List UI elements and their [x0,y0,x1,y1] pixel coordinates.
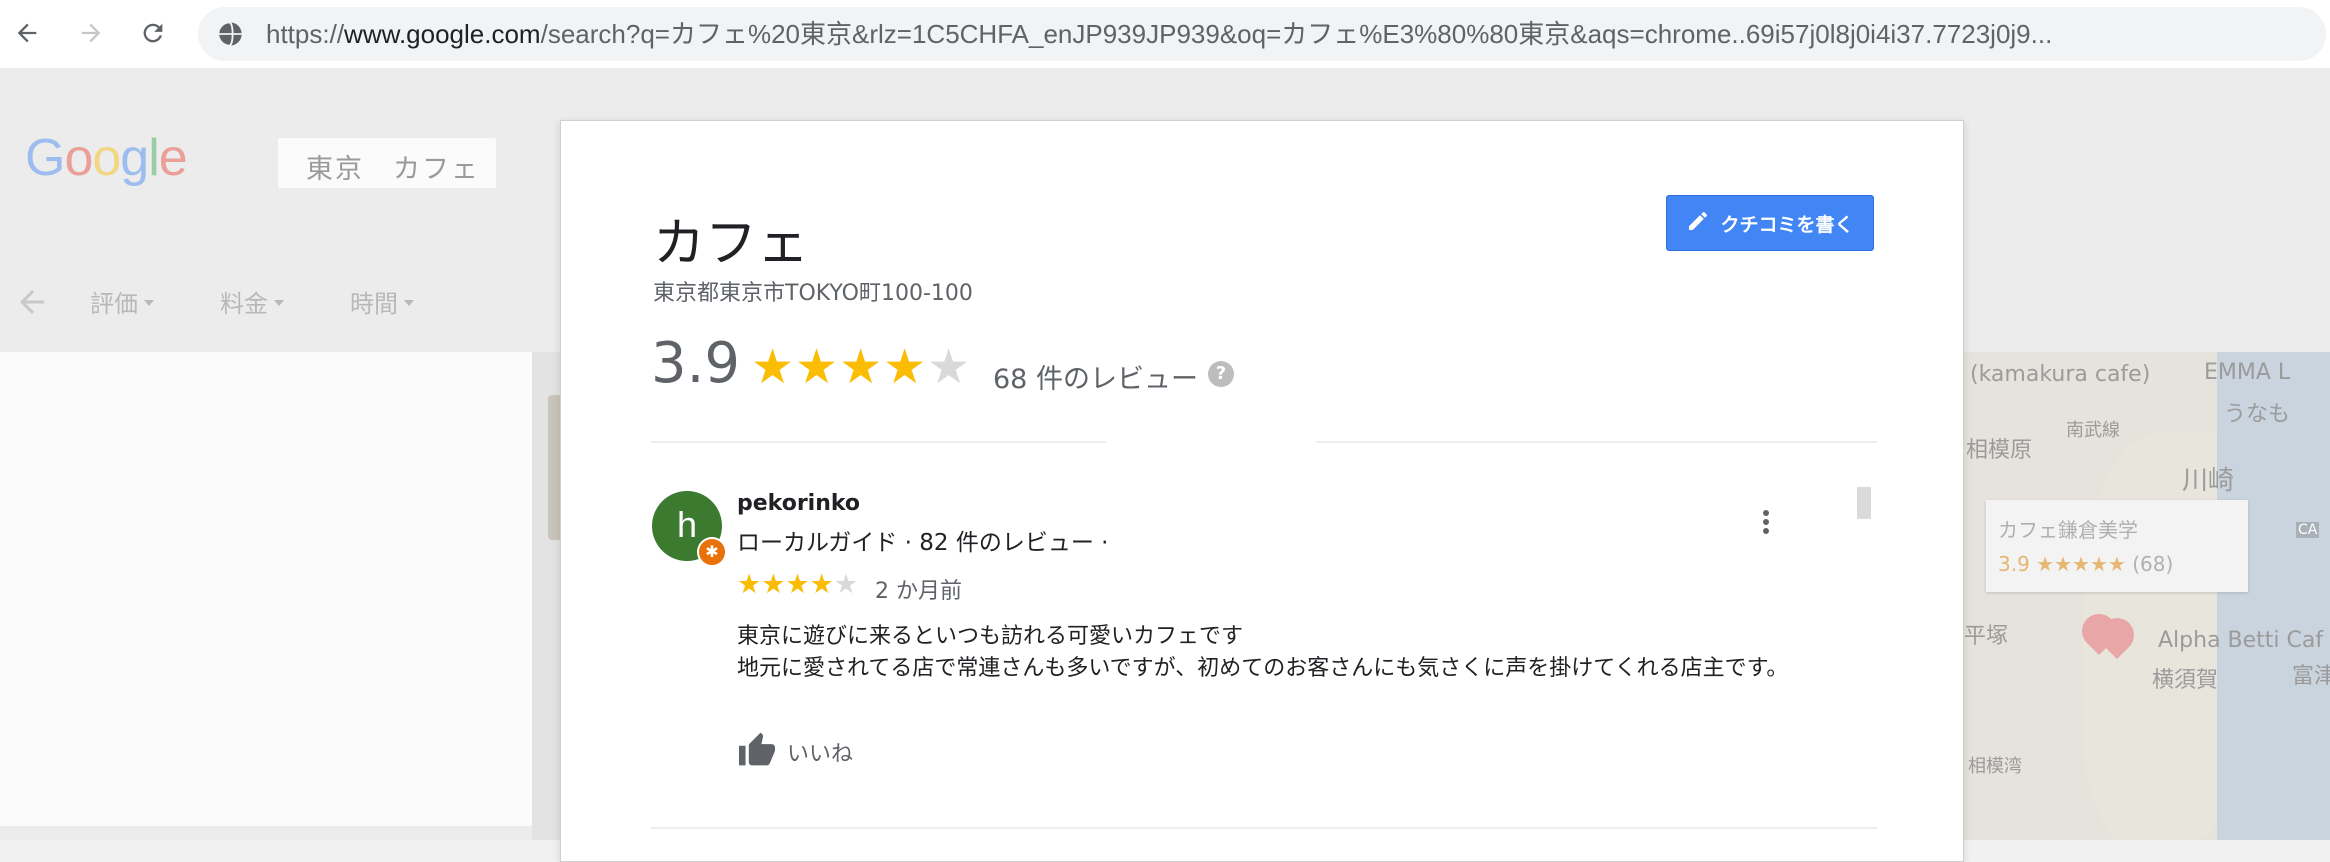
thumbs-up-icon [737,731,777,773]
local-guide-badge-icon: ✱ [697,537,727,567]
write-review-label: クチコミを書く [1720,213,1854,236]
background-results-panel [0,352,532,826]
url-text: https://www.google.com/search?q=カフェ%20東京… [266,19,2053,49]
map-label: (kamakura cafe) [1970,362,2151,387]
back-arrow-icon[interactable] [6,12,48,54]
map-label: 平塚 [1964,624,2009,649]
filter-hours: 時間 [350,284,414,319]
write-review-button[interactable]: クチコミを書く [1666,195,1874,251]
review-text: 東京に遊びに来るといつも訪れる可愛いカフェです 地元に愛されてる店で常連さんも多… [737,624,1789,681]
place-address: 東京都東京市TOKYO町100-100 [653,281,973,306]
background-search-box: 東京 カフェ [278,138,496,188]
filter-rating: 評価 [90,284,154,319]
map: (kamakura cafe) EMMA L うなも 相模原 南武線 川崎 平塚… [1962,352,2330,840]
more-options-icon[interactable] [1751,507,1781,543]
filter-price: 料金 [220,284,284,319]
map-label: 相模湾 [1968,756,2022,777]
reviewer-meta: ローカルガイド · 82 件のレビュー · [737,523,1256,557]
map-label: EMMA L [2204,360,2291,385]
globe-icon [216,20,244,52]
map-label: 南武線 [2066,420,2120,441]
review-count[interactable]: 68 件のレビュー [993,357,1198,396]
scrollbar-thumb[interactable] [1857,487,1871,519]
map-label: 富津 [2292,664,2330,689]
rating-value: 3.9 [651,331,741,396]
map-label: 横須賀 [2152,668,2219,693]
divider [651,439,1877,447]
background-back-arrow-icon [14,284,50,324]
rating-stars: ★★★★★ [751,339,972,395]
like-button[interactable]: いいね [737,731,853,773]
help-icon[interactable]: ? [1208,361,1234,387]
map-place-card[interactable]: カフェ鎌倉美学 3.9 ★★★★★ (68) [1986,500,2248,592]
map-label: 川崎 [2182,466,2235,496]
map-label: Alpha Betti Caf [2158,628,2324,653]
place-name: カフェ [653,214,810,274]
divider [651,827,1877,829]
review-date: 2 か月前 [875,579,962,604]
like-label: いいね [787,742,854,767]
reviews-dialog: カフェ 東京都東京市TOKYO町100-100 クチコミを書く 3.9 ★★★★… [560,120,1964,862]
reload-icon[interactable] [132,12,174,54]
browser-toolbar: https://www.google.com/search?q=カフェ%20東京… [0,0,2330,68]
map-label: 相模原 [1966,438,2033,463]
review-stars: ★★★★★ [737,569,859,600]
map-label: CA [2296,522,2320,538]
forward-arrow-icon[interactable] [70,12,112,54]
pencil-icon [1686,209,1710,238]
address-bar[interactable]: https://www.google.com/search?q=カフェ%20東京… [198,7,2326,61]
map-label: うなも [2224,402,2291,427]
reviewer-name[interactable]: pekorinko [737,491,860,516]
google-logo: Google [25,129,188,187]
